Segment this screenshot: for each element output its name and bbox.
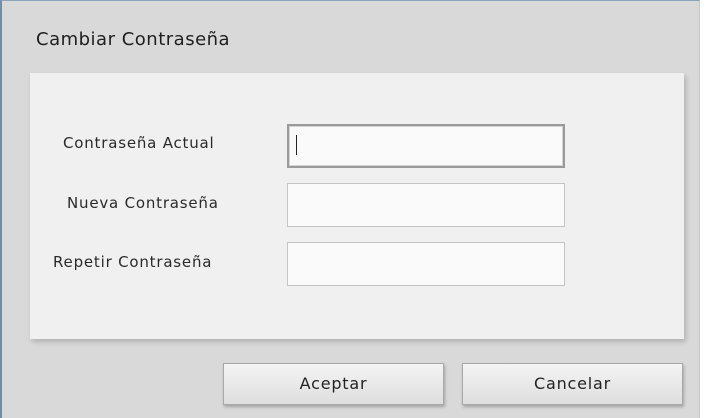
current-password-field[interactable] [287, 124, 565, 168]
cancel-button[interactable]: Cancelar [462, 363, 683, 405]
new-password-label: Nueva Contraseña [67, 194, 219, 212]
repeat-password-field[interactable] [287, 242, 565, 286]
change-password-dialog: Cambiar Contraseña Contraseña Actual Nue… [0, 0, 700, 418]
current-password-label: Contraseña Actual [63, 134, 215, 152]
new-password-field[interactable] [287, 183, 565, 227]
dialog-title: Cambiar Contraseña [36, 29, 231, 50]
text-caret [296, 135, 297, 155]
accept-button[interactable]: Aceptar [223, 363, 444, 405]
repeat-password-label: Repetir Contraseña [53, 253, 213, 271]
